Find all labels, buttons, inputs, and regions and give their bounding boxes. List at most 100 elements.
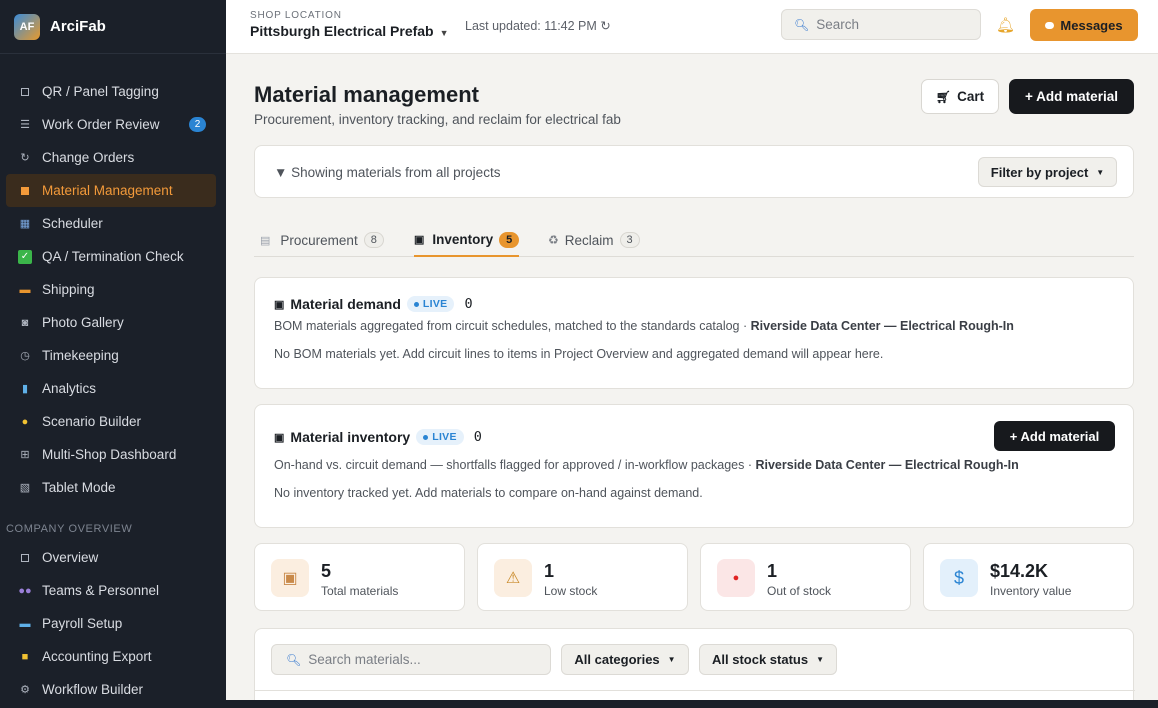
stock-status-value: All stock status (711, 652, 809, 667)
tab-label: Reclaim (564, 232, 614, 248)
materials-search-input[interactable]: 🔍︎ Search materials... (271, 644, 551, 675)
sidebar-item-teams-personnel[interactable]: ●● Teams & Personnel (0, 574, 226, 607)
shop-selector[interactable]: Pittsburgh Electrical Prefab ▼ (250, 23, 449, 39)
tab-reclaim[interactable]: ♻ Reclaim 3 (548, 224, 640, 256)
panel-title: ▣ Material inventory LIVE 0 (274, 429, 482, 445)
bottom-strip (0, 700, 1158, 708)
bell-icon[interactable]: 🔔︎ (996, 16, 1015, 34)
demand-empty-state: No BOM materials yet. Add circuit lines … (274, 347, 884, 361)
gear-icon: ⚙ (20, 684, 30, 696)
sidebar-item-tablet-mode[interactable]: ▧ Tablet Mode (0, 471, 226, 504)
sidebar-item-label: Accounting Export (42, 649, 152, 664)
stat-out-of-stock: ● 1 Out of stock (700, 543, 911, 611)
category-select[interactable]: All categories ▼ (561, 644, 689, 675)
dollar-icon: $ (940, 559, 978, 597)
grid-icon: ⊞ (20, 449, 30, 461)
brand-name: ArciFab (50, 18, 106, 35)
tab-count: 5 (499, 231, 520, 248)
sidebar-item-shipping[interactable]: ▬ Shipping (0, 273, 226, 306)
truck-icon: ▬ (19, 283, 31, 296)
panel-title: ▣ Material demand LIVE 0 (274, 296, 473, 312)
refresh-icon: ↻ (20, 152, 30, 164)
sidebar-item-label: QR / Panel Tagging (42, 84, 159, 99)
add-material-button[interactable]: + Add material (994, 421, 1115, 451)
warning-icon: ⚠ (494, 559, 532, 597)
sidebar-item-label: Scheduler (42, 216, 103, 231)
sidebar-item-scenario-builder[interactable]: ● Scenario Builder (0, 405, 226, 438)
sidebar-item-photo-gallery[interactable]: ◙ Photo Gallery (0, 306, 226, 339)
page-subtitle: Procurement, inventory tracking, and rec… (254, 112, 621, 127)
sidebar-item-multi-shop-dashboard[interactable]: ⊞ Multi-Shop Dashboard (0, 438, 226, 471)
folder-icon: ■ (21, 650, 29, 663)
brand[interactable]: AF ArciFab (0, 0, 226, 54)
last-updated: Last updated: 11:42 PM ↻ (465, 19, 611, 33)
check-icon: ✓ (18, 249, 32, 264)
sidebar-item-label: Multi-Shop Dashboard (42, 447, 177, 462)
card-icon: ▬ (19, 617, 31, 630)
sidebar: AF ArciFab QR / Panel Tagging ☰ Work Ord… (0, 0, 226, 708)
main-nav: QR / Panel Tagging ☰ Work Order Review 2… (0, 54, 226, 706)
material-inventory-panel: ▣ Material inventory LIVE 0 + Add materi… (254, 404, 1134, 528)
tab-count: 3 (619, 232, 640, 248)
project-name: Riverside Data Center — Electrical Rough… (750, 319, 1014, 333)
add-material-button[interactable]: + Add material (1009, 79, 1134, 114)
filter-status-text: ▼ Showing materials from all projects (274, 165, 501, 180)
sidebar-item-label: Timekeeping (42, 348, 119, 363)
clock-icon: ◷ (20, 350, 30, 362)
tab-label: Procurement (280, 232, 358, 248)
stat-value: 5 (321, 561, 332, 581)
sidebar-item-payroll-setup[interactable]: ▬ Payroll Setup (0, 607, 226, 640)
box-icon: ▣ (414, 234, 425, 246)
sidebar-item-material-management[interactable]: Material Management (6, 174, 216, 207)
sidebar-item-work-order-review[interactable]: ☰ Work Order Review 2 (0, 108, 226, 141)
sidebar-item-accounting-export[interactable]: ■ Accounting Export (0, 640, 226, 673)
stat-inventory-value: $ $14.2K Inventory value (923, 543, 1134, 611)
inventory-description: On-hand vs. circuit demand — shortfalls … (274, 458, 1019, 472)
sidebar-item-label: Workflow Builder (42, 682, 144, 697)
search-placeholder: Search (816, 17, 860, 32)
calendar-icon: ▦ (19, 218, 31, 230)
sidebar-item-analytics[interactable]: ▮ Analytics (0, 372, 226, 405)
messages-button[interactable]: Messages (1030, 9, 1138, 41)
brand-logo: AF (14, 13, 40, 40)
filter-by-project-button[interactable]: Filter by project ▼ (978, 157, 1117, 187)
qr-icon (18, 85, 32, 99)
stat-label: Inventory value (990, 584, 1072, 598)
sidebar-item-change-orders[interactable]: ↻ Change Orders (0, 141, 226, 174)
inventory-empty-state: No inventory tracked yet. Add materials … (274, 486, 703, 500)
search-input[interactable]: 🔍︎ Search (781, 9, 981, 40)
sidebar-item-qa-termination-check[interactable]: ✓ QA / Termination Check (0, 240, 226, 273)
demand-description: BOM materials aggregated from circuit sc… (274, 319, 1014, 333)
tablet-icon: ▧ (19, 482, 31, 494)
cart-button[interactable]: 🛒︎ Cart (921, 79, 999, 114)
live-badge: LIVE (406, 296, 455, 312)
sidebar-item-label: Work Order Review (42, 117, 160, 132)
list-icon: ☰ (20, 119, 30, 131)
live-badge: LIVE (416, 429, 464, 445)
divider (255, 690, 1135, 691)
stat-label: Low stock (544, 584, 598, 598)
stock-status-select[interactable]: All stock status ▼ (699, 644, 837, 675)
tab-procurement[interactable]: ▤ Procurement 8 (260, 224, 384, 256)
chevron-down-icon: ▼ (667, 655, 676, 664)
tab-count: 8 (363, 232, 384, 248)
chat-icon (1045, 21, 1055, 29)
stat-value: 1 (767, 561, 778, 581)
box-icon: ▣ (274, 298, 285, 311)
page-title: Material management (254, 82, 479, 107)
chevron-down-icon: ▼ (1096, 167, 1105, 177)
inventory-count: 0 (473, 429, 482, 445)
sidebar-item-qr-panel-tagging[interactable]: QR / Panel Tagging (0, 75, 226, 108)
red-dot-icon: ● (717, 559, 755, 597)
main-content: Material management Procurement, invento… (226, 54, 1158, 708)
stat-value: $14.2K (990, 561, 1049, 581)
sidebar-item-scheduler[interactable]: ▦ Scheduler (0, 207, 226, 240)
sidebar-item-overview[interactable]: Overview (0, 541, 226, 574)
stat-low-stock: ⚠ 1 Low stock (477, 543, 688, 611)
sidebar-item-label: Overview (42, 550, 99, 565)
sidebar-item-timekeeping[interactable]: ◷ Timekeeping (0, 339, 226, 372)
recycle-icon: ♻ (548, 233, 559, 247)
tab-inventory[interactable]: ▣ Inventory 5 (414, 224, 520, 257)
box-icon (18, 184, 32, 198)
top-bar: SHOP LOCATION Pittsburgh Electrical Pref… (226, 0, 1158, 54)
